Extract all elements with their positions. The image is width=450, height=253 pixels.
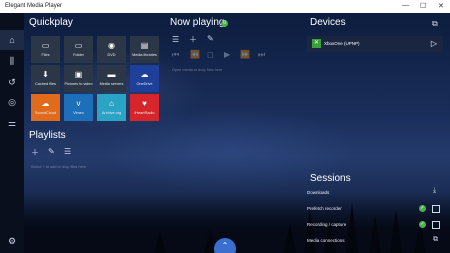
tile-files[interactable]: ▭ Files [31, 36, 60, 63]
nowplaying-title: Now playing [170, 17, 225, 28]
tile-label: Cached files [35, 82, 56, 86]
prefetch-status-icon: ✓ [419, 205, 426, 212]
tile-label: Media servers [99, 82, 124, 86]
next-icon[interactable]: ⏭ [258, 50, 265, 60]
sessions-title: Sessions [310, 173, 351, 184]
minimize-button[interactable]: — [402, 2, 409, 9]
tile-label: Files [41, 53, 50, 57]
media-server-icon: ▬ [107, 70, 116, 79]
tile-label: OneDrive [136, 82, 153, 86]
home-icon[interactable]: ⌂ [6, 34, 18, 46]
tile-onedrive[interactable]: ☁ OneDrive [130, 65, 159, 92]
play-icon[interactable]: ▶ [224, 50, 230, 59]
session-recording[interactable]: Recording / capture [307, 222, 346, 227]
playlists-title: Playlists [29, 130, 66, 141]
tile-label: Vimeo [73, 111, 84, 115]
expand-up-button[interactable]: ⌃ [214, 238, 236, 253]
tile-soundcloud[interactable]: ☁ SoundCloud [31, 94, 60, 121]
settings-icon[interactable]: ⚙ [6, 235, 18, 247]
quickplay-title: Quickplay [29, 17, 73, 28]
tile-cached-files[interactable]: ⬇ Cached files [31, 65, 60, 92]
library-icon[interactable]: ⫼ [6, 55, 18, 67]
window-title: Elegant Media Player [5, 3, 63, 9]
add-icon[interactable]: ＋ [189, 34, 197, 45]
iheartradio-icon: ♥ [142, 99, 147, 108]
queue-icon[interactable]: ☰ [172, 35, 179, 44]
folder-icon: ▭ [74, 41, 83, 50]
list-view-icon[interactable]: ☰ [64, 147, 71, 156]
device-play-icon[interactable]: ▷ [431, 39, 437, 48]
maximize-button[interactable]: ☐ [420, 2, 426, 10]
file-icon: ▭ [41, 41, 50, 50]
tile-media-libraries[interactable]: ▤ Media libraries [130, 36, 159, 63]
cast-icon[interactable]: ⧉ [432, 19, 438, 29]
device-item[interactable]: ✕ XboxOne (UPNP) ▷ [307, 36, 443, 52]
history-icon[interactable]: ↺ [6, 76, 18, 88]
dvd-icon: ◉ [108, 41, 115, 50]
tile-label: Pictures to video [64, 82, 93, 86]
edit-playlist-icon[interactable]: ✎ [48, 147, 55, 156]
nowplaying-count-badge: 0 [221, 20, 228, 27]
xbox-logo-icon: ✕ [312, 39, 321, 48]
recording-status-icon: ✓ [419, 221, 426, 228]
device-name: XboxOne (UPNP) [324, 41, 360, 46]
onedrive-icon: ☁ [140, 70, 149, 79]
download-icon[interactable]: ⤓ [433, 187, 436, 195]
soundcloud-icon: ☁ [41, 99, 50, 108]
nowplaying-empty-hint: Open media or drop files here [172, 68, 223, 72]
podcast-icon[interactable]: ◎ [6, 96, 18, 108]
prefetch-checkbox[interactable] [432, 205, 440, 213]
tile-label: Folder [73, 53, 84, 57]
session-downloads[interactable]: Downloads [307, 190, 329, 195]
tile-media-servers[interactable]: ▬ Media servers [97, 65, 126, 92]
fast-forward-icon[interactable]: ⏩ [240, 50, 250, 59]
app-window: Elegant Media Player — ☐ ✕ ⌂ ⫼ ↺ ◎ ⚌ ⚙ Q… [0, 0, 450, 253]
equalizer-icon[interactable]: ⚌ [6, 117, 18, 129]
cache-icon: ⬇ [42, 70, 49, 79]
tile-archive-org[interactable]: ⌂ Archive.org [97, 94, 126, 121]
tile-label: Media libraries [132, 53, 157, 57]
stop-icon[interactable]: ◻ [207, 50, 214, 59]
media-library-icon: ▤ [140, 41, 149, 50]
session-prefetch[interactable]: Prefetch recorder [307, 206, 342, 211]
session-media-connections[interactable]: Media connections [307, 238, 345, 243]
tile-iheartradio[interactable]: ♥ iHeartRadio [130, 94, 159, 121]
title-bar: Elegant Media Player — ☐ ✕ [0, 0, 450, 13]
archive-icon: ⌂ [109, 99, 114, 108]
playlists-empty-hint: Select + to add or drop files here [31, 165, 86, 169]
background-treeline [24, 192, 450, 253]
tile-label: iHeartRadio [134, 111, 155, 115]
edit-icon[interactable]: ✎ [207, 34, 214, 43]
tile-vimeo[interactable]: v Vimeo [64, 94, 93, 121]
sidebar: ⌂ ⫼ ↺ ◎ ⚌ ⚙ [0, 13, 24, 253]
tile-label: Archive.org [101, 111, 122, 115]
add-playlist-icon[interactable]: ＋ [31, 147, 39, 158]
rewind-icon[interactable]: ⏪ [190, 50, 200, 59]
tile-dvd[interactable]: ◉ DVD [97, 36, 126, 63]
tile-label: SoundCloud [35, 111, 56, 115]
previous-icon[interactable]: ⏮ [172, 50, 179, 60]
close-button[interactable]: ✕ [438, 2, 444, 10]
tile-folder[interactable]: ▭ Folder [64, 36, 93, 63]
devices-title: Devices [310, 17, 346, 28]
pictures-icon: ▣ [74, 70, 83, 79]
connections-icon[interactable]: ⧉ [433, 236, 438, 244]
tile-label: DVD [107, 53, 116, 57]
vimeo-icon: v [76, 99, 81, 108]
recording-checkbox[interactable] [432, 221, 440, 229]
tile-pictures-to-video[interactable]: ▣ Pictures to video [64, 65, 93, 92]
